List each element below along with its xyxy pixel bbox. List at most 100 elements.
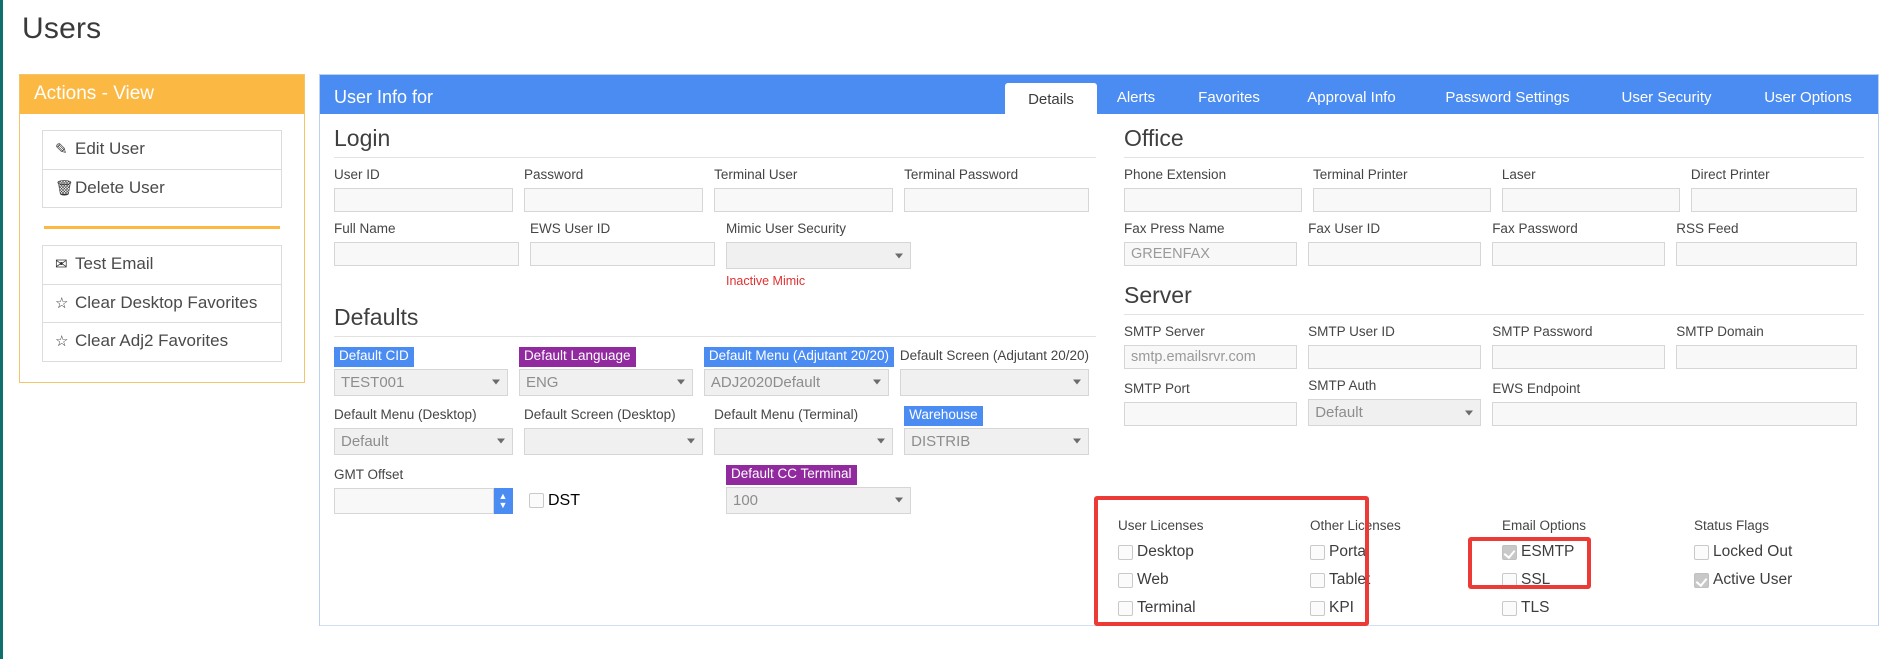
default-menu-terminal-select[interactable]: [714, 428, 893, 455]
smtp-domain-input[interactable]: [1676, 345, 1857, 369]
chevron-down-icon: [877, 439, 885, 444]
clear-adj2-favorites-button[interactable]: ☆Clear Adj2 Favorites: [43, 323, 281, 361]
email-options-group: Email Options ESMTP SSL TLS: [1494, 518, 1686, 626]
smtp-password-input[interactable]: [1492, 345, 1665, 369]
smtp-server-input[interactable]: [1124, 345, 1297, 369]
trash-icon: 🗑: [55, 180, 75, 197]
left-column: Login User ID Password Terminal User: [320, 114, 1110, 514]
default-screen-adj2020-select[interactable]: [900, 369, 1089, 396]
checkbox-row-tls[interactable]: TLS: [1502, 599, 1686, 617]
ews-endpoint-input[interactable]: [1492, 402, 1857, 426]
password-input[interactable]: [524, 188, 703, 212]
default-menu-adj2020-value: ADJ2020Default: [711, 374, 820, 391]
dst-checkbox[interactable]: [529, 493, 544, 508]
laser-input[interactable]: [1502, 188, 1680, 212]
default-cc-terminal-select[interactable]: 100: [726, 487, 911, 514]
smtp-auth-label: SMTP Auth: [1308, 379, 1481, 395]
default-language-value: ENG: [526, 374, 559, 391]
chevron-down-icon[interactable]: ▼: [499, 501, 508, 510]
tab-details[interactable]: Details: [1005, 83, 1097, 114]
ews-user-id-input[interactable]: [530, 242, 715, 266]
terminal-printer-label: Terminal Printer: [1313, 168, 1491, 184]
terminal-license-checkbox[interactable]: [1118, 601, 1133, 616]
smtp-auth-select[interactable]: Default: [1308, 399, 1481, 426]
checkbox-row-active-user[interactable]: Active User: [1694, 571, 1878, 589]
gmt-offset-stepper[interactable]: ▲ ▼: [334, 488, 513, 514]
terminal-printer-input[interactable]: [1313, 188, 1491, 212]
tab-alerts[interactable]: Alerts: [1097, 90, 1175, 114]
dst-checkbox-row[interactable]: DST: [529, 492, 580, 510]
tab-user-options[interactable]: User Options: [1738, 90, 1878, 114]
terminal-password-input[interactable]: [904, 188, 1089, 212]
defaults-row-1: Default CID TEST001 Default Language ENG: [332, 337, 1098, 396]
default-screen-desktop-label: Default Screen (Desktop): [524, 408, 703, 424]
full-name-input[interactable]: [334, 242, 519, 266]
checkbox-row-ssl[interactable]: SSL: [1502, 571, 1686, 589]
clear-desktop-favorites-button[interactable]: ☆Clear Desktop Favorites: [43, 285, 281, 324]
default-menu-adj2020-select[interactable]: ADJ2020Default: [704, 369, 889, 396]
server-fields: SMTP Server SMTP User ID SMTP Password S…: [1110, 315, 1878, 426]
fax-press-name-label: Fax Press Name: [1124, 222, 1297, 238]
desktop-license-checkbox[interactable]: [1118, 545, 1133, 560]
delete-user-button[interactable]: 🗑Delete User: [43, 170, 281, 208]
checkbox-row-desktop[interactable]: Desktop: [1118, 543, 1302, 561]
portal-license-checkbox[interactable]: [1310, 545, 1325, 560]
rss-feed-input[interactable]: [1676, 242, 1857, 266]
edit-user-button[interactable]: ✎Edit User: [43, 131, 281, 170]
checkbox-row-tablet[interactable]: Tablet: [1310, 571, 1494, 589]
user-id-input[interactable]: [334, 188, 513, 212]
delete-user-label: Delete User: [75, 178, 165, 197]
desktop-license-label: Desktop: [1137, 543, 1194, 561]
tls-checkbox[interactable]: [1502, 601, 1517, 616]
active-user-checkbox[interactable]: [1694, 573, 1709, 588]
tab-password-settings[interactable]: Password Settings: [1420, 90, 1595, 114]
smtp-port-input[interactable]: [1124, 402, 1297, 426]
smtp-domain-label: SMTP Domain: [1676, 325, 1857, 341]
direct-printer-input[interactable]: [1691, 188, 1857, 212]
full-name-label: Full Name: [334, 222, 519, 238]
tablet-license-checkbox[interactable]: [1310, 573, 1325, 588]
checkbox-row-locked-out[interactable]: Locked Out: [1694, 543, 1878, 561]
ssl-checkbox[interactable]: [1502, 573, 1517, 588]
tab-approval-info[interactable]: Approval Info: [1283, 90, 1420, 114]
fax-press-name-input[interactable]: [1124, 242, 1297, 266]
gmt-offset-spin-buttons[interactable]: ▲ ▼: [494, 488, 513, 514]
checkbox-row-kpi[interactable]: KPI: [1310, 599, 1494, 617]
checkbox-row-esmtp[interactable]: ESMTP: [1502, 543, 1686, 561]
tablet-license-label: Tablet: [1329, 571, 1370, 589]
test-email-button[interactable]: ✉Test Email: [43, 246, 281, 285]
kpi-license-checkbox[interactable]: [1310, 601, 1325, 616]
smtp-user-id-input[interactable]: [1308, 345, 1481, 369]
dst-label: DST: [548, 492, 580, 510]
default-screen-desktop-select[interactable]: [524, 428, 703, 455]
smtp-password-label: SMTP Password: [1492, 325, 1665, 341]
default-menu-desktop-select[interactable]: Default: [334, 428, 513, 455]
pencil-icon: ✎: [55, 141, 75, 158]
gmt-offset-input[interactable]: [334, 488, 494, 514]
tab-user-security[interactable]: User Security: [1595, 90, 1738, 114]
tab-favorites[interactable]: Favorites: [1175, 90, 1283, 114]
default-menu-desktop-label: Default Menu (Desktop): [334, 408, 513, 424]
tls-label: TLS: [1521, 599, 1549, 617]
terminal-user-input[interactable]: [714, 188, 893, 212]
user-info-panel: User Info for Details Alerts Favorites A…: [319, 74, 1879, 626]
chevron-down-icon: [895, 498, 903, 503]
email-options-title: Email Options: [1502, 518, 1686, 533]
smtp-user-id-label: SMTP User ID: [1308, 325, 1481, 341]
checkbox-row-web[interactable]: Web: [1118, 571, 1302, 589]
locked-out-checkbox[interactable]: [1694, 545, 1709, 560]
web-license-checkbox[interactable]: [1118, 573, 1133, 588]
fax-password-input[interactable]: [1492, 242, 1665, 266]
defaults-row-2: Default Menu (Desktop) Default Default S…: [332, 396, 1098, 455]
fax-user-id-input[interactable]: [1308, 242, 1481, 266]
phone-extension-label: Phone Extension: [1124, 168, 1302, 184]
checkbox-row-terminal[interactable]: Terminal: [1118, 599, 1302, 617]
warehouse-select[interactable]: DISTRIB: [904, 428, 1089, 455]
server-row-1: SMTP Server SMTP User ID SMTP Password S…: [1122, 315, 1866, 369]
phone-extension-input[interactable]: [1124, 188, 1302, 212]
default-cid-select[interactable]: TEST001: [334, 369, 508, 396]
mimic-user-security-select[interactable]: [726, 242, 911, 269]
default-language-select[interactable]: ENG: [519, 369, 693, 396]
esmtp-checkbox[interactable]: [1502, 545, 1517, 560]
checkbox-row-portal[interactable]: Portal: [1310, 543, 1494, 561]
